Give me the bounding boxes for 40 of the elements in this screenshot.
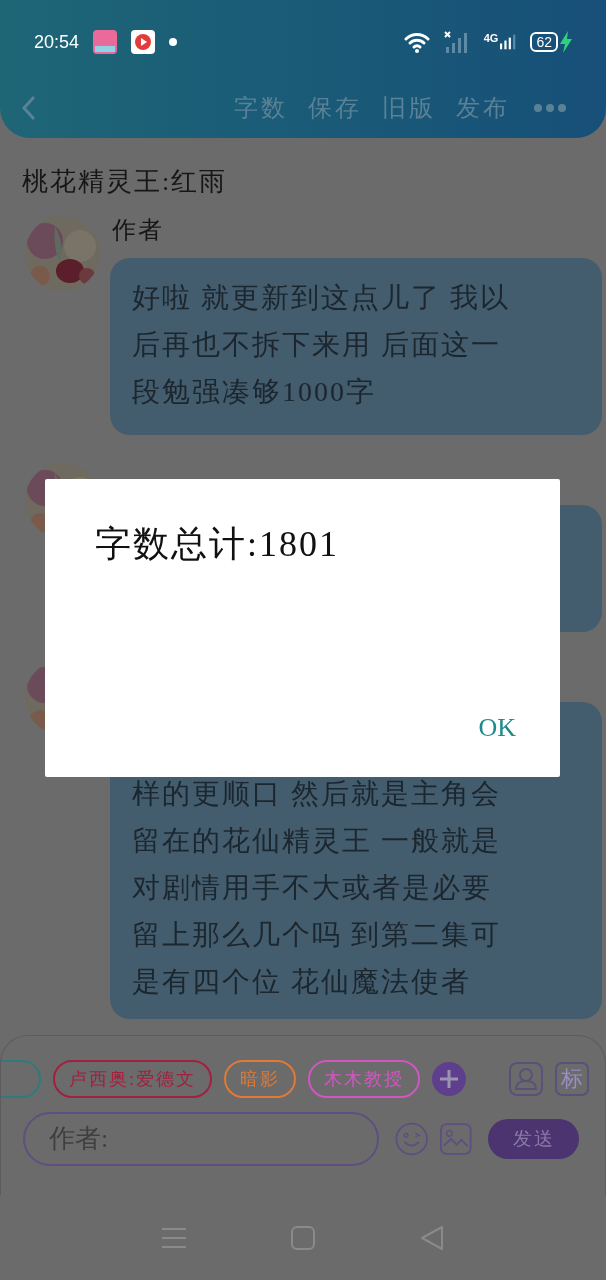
emoji-icon[interactable] <box>395 1121 429 1157</box>
toolbar-button[interactable]: 保存 <box>308 90 362 126</box>
person-icon[interactable] <box>509 1062 543 1096</box>
battery-indicator: 62 <box>530 32 558 52</box>
network-label: 4G <box>483 33 499 44</box>
message-line: 好啦 就更新到这点儿了 我以 <box>132 281 511 315</box>
toolbar-button[interactable]: 字数 <box>234 90 288 126</box>
message-line: 段勉强凑够1000字 <box>132 375 377 409</box>
tag-chip[interactable]: 木木教授 <box>308 1060 420 1098</box>
menu-icon[interactable] <box>162 1226 187 1249</box>
toolbar-button[interactable]: 旧版 <box>382 90 436 126</box>
chat-title: 桃花精灵王:红雨 <box>22 166 229 198</box>
clock: 20:54 <box>34 30 80 54</box>
back-icon[interactable] <box>22 95 36 121</box>
add-icon[interactable] <box>432 1062 466 1096</box>
signal-icon <box>500 33 517 51</box>
toolbar-button[interactable]: 发布 <box>456 90 510 126</box>
dot-icon <box>169 38 178 46</box>
app-icon <box>93 30 118 54</box>
message-line: 留在的花仙精灵王 一般就是 <box>132 824 502 858</box>
home-icon[interactable] <box>291 1225 315 1250</box>
wifi-icon <box>403 31 430 53</box>
more-icon[interactable] <box>534 104 566 112</box>
dialog-message: 字数总计:1801 <box>95 523 340 566</box>
message-line: 后再也不拆下来用 后面这一 <box>132 328 502 362</box>
ok-button[interactable]: OK <box>464 708 530 747</box>
back-icon[interactable] <box>419 1224 444 1251</box>
play-icon <box>131 30 156 54</box>
tag-chip[interactable]: 卢西奥:爱德文 <box>53 1060 212 1098</box>
tag-chip[interactable]: 暗影 <box>224 1060 296 1098</box>
message-line: 对剧情用手不大或者是必要 <box>132 871 493 905</box>
message-line: 留上那么几个吗 到第二集可 <box>132 918 502 952</box>
image-icon[interactable] <box>440 1122 472 1156</box>
message-line: 样的更顺口 然后就是主角会 <box>132 777 502 811</box>
tag-button[interactable]: 标 <box>555 1062 589 1096</box>
author-name: 作者 <box>112 217 164 243</box>
message-line: 是有四个位 花仙魔法使者 <box>132 965 472 999</box>
signal-icon <box>443 31 470 53</box>
charging-icon <box>560 31 572 53</box>
send-button[interactable]: 发送 <box>488 1119 579 1159</box>
